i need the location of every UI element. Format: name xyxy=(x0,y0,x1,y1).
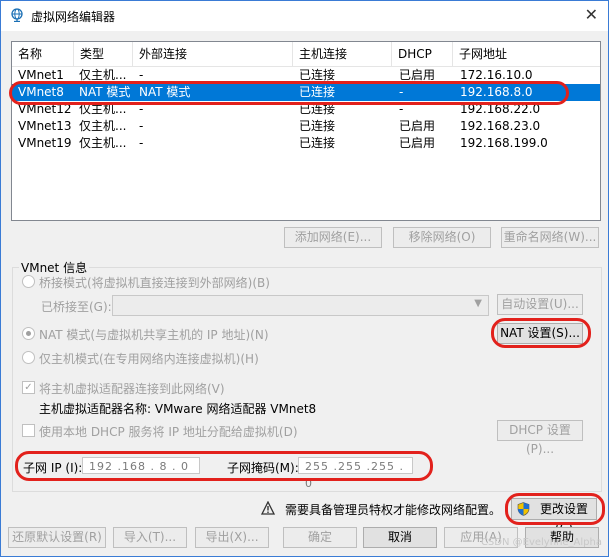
rename-network-button[interactable]: 重命名网络(W)... xyxy=(501,227,599,248)
cell-dhcp: - xyxy=(399,102,404,116)
cell-host: 已连接 xyxy=(299,119,336,133)
uac-shield-icon xyxy=(517,502,530,516)
bridge-mode-radio[interactable] xyxy=(22,275,35,288)
table-row[interactable]: VMnet12 仅主机... - 已连接 -192.168.22.0 xyxy=(12,101,600,118)
cell-type: 仅主机... xyxy=(79,119,127,133)
subnet-ip-input[interactable]: 192 .168 . 8 . 0 xyxy=(82,457,200,474)
import-button[interactable]: 导入(T)... xyxy=(113,527,187,548)
dhcp-settings-button[interactable]: DHCP 设置(P)... xyxy=(497,420,583,456)
cell-name: VMnet1 xyxy=(18,68,64,82)
chevron-down-icon: ▼ xyxy=(474,298,482,309)
cell-subnet: 192.168.199.0 xyxy=(460,136,548,150)
table-row[interactable]: VMnet8 NAT 模式 NAT 模式 已连接 - 192.168.8.0 xyxy=(12,84,600,101)
remove-network-button[interactable]: 移除网络(O) xyxy=(393,227,491,248)
change-settings-button[interactable]: 更改设置(C) xyxy=(511,498,597,535)
table-row[interactable]: VMnet13 仅主机... - 已连接 已启用 192.168.23.0 xyxy=(12,118,600,135)
export-button[interactable]: 导出(X)... xyxy=(195,527,269,548)
virtual-network-editor-window: 虚拟网络编辑器 ✕ 名称 类型 外部连接 主机连接 DHCP 子网地址 VMne… xyxy=(0,0,609,557)
cell-dhcp: 已启用 xyxy=(399,136,436,150)
cell-external: - xyxy=(139,102,144,116)
network-list[interactable]: 名称 类型 外部连接 主机连接 DHCP 子网地址 VMnet1 仅主机... - 已… xyxy=(11,41,601,221)
cell-host: 已连接 xyxy=(299,85,336,99)
ok-button[interactable]: 确定 xyxy=(283,527,357,548)
column-header-type[interactable]: 类型 xyxy=(74,42,133,66)
cell-host: 已连接 xyxy=(299,136,336,150)
table-row[interactable]: VMnet19 仅主机... - 已连接 已启用 192.168.199.0 xyxy=(12,135,600,152)
connect-adapter-label: 将主机虚拟适配器连接到此网络(V) xyxy=(39,382,225,396)
column-header-external[interactable]: 外部连接 xyxy=(133,42,293,66)
cell-name: VMnet13 xyxy=(18,119,72,133)
restore-defaults-button[interactable]: 还原默认设置(R) xyxy=(8,527,106,548)
network-list-header: 名称 类型 外部连接 主机连接 DHCP 子网地址 xyxy=(12,42,600,67)
cell-subnet: 192.168.8.0 xyxy=(460,85,533,99)
cell-external: - xyxy=(139,136,144,150)
cell-host: 已连接 xyxy=(299,102,336,116)
adapter-name-label: 主机虚拟适配器名称: VMware 网络适配器 VMnet8 xyxy=(39,402,317,416)
cell-dhcp: 已启用 xyxy=(399,68,436,82)
window-title: 虚拟网络编辑器 xyxy=(31,10,116,24)
table-row[interactable]: VMnet1 仅主机... - 已连接 已启用 172.16.10.0 xyxy=(12,67,600,84)
host-only-label: 仅主机模式(在专用网络内连接虚拟机)(H) xyxy=(39,352,259,366)
watermark: CSDN @Evelynne_Alpha xyxy=(480,537,602,548)
column-header-name[interactable]: 名称 xyxy=(12,42,74,66)
cell-subnet: 172.16.10.0 xyxy=(460,68,533,82)
bridge-mode-label: 桥接模式(将虚拟机直接连接到外部网络)(B) xyxy=(39,276,270,290)
nat-mode-label: NAT 模式(与虚拟机共享主机的 IP 地址)(N) xyxy=(39,328,269,342)
cell-type: 仅主机... xyxy=(79,102,127,116)
host-only-radio[interactable] xyxy=(22,351,35,364)
nat-settings-button[interactable]: NAT 设置(S)... xyxy=(497,323,583,344)
auto-settings-button[interactable]: 自动设置(U)... xyxy=(497,294,583,315)
bridged-to-label: 已桥接至(G): xyxy=(41,300,112,314)
cell-external: NAT 模式 xyxy=(139,85,191,99)
warning-icon xyxy=(261,501,275,515)
cell-host: 已连接 xyxy=(299,68,336,82)
cell-name: VMnet19 xyxy=(18,136,72,150)
cell-dhcp: - xyxy=(399,85,404,99)
cell-dhcp: 已启用 xyxy=(399,119,436,133)
nat-mode-radio[interactable] xyxy=(22,327,35,340)
cancel-button[interactable]: 取消 xyxy=(363,527,437,548)
subnet-mask-label: 子网掩码(M): xyxy=(227,461,299,475)
title-bar: 虚拟网络编辑器 ✕ xyxy=(1,1,608,31)
cell-external: - xyxy=(139,68,144,82)
cell-type: NAT 模式 xyxy=(79,85,131,99)
add-network-button[interactable]: 添加网络(E)... xyxy=(284,227,382,248)
cell-subnet: 192.168.22.0 xyxy=(460,102,541,116)
column-header-dhcp[interactable]: DHCP xyxy=(392,42,453,66)
bridged-to-select[interactable]: ▼ xyxy=(112,295,489,316)
subnet-mask-input[interactable]: 255 .255 .255 . 0 xyxy=(298,457,413,490)
cell-type: 仅主机... xyxy=(79,136,127,150)
connect-adapter-checkbox[interactable]: ✓ xyxy=(22,381,35,394)
cell-name: VMnet12 xyxy=(18,102,72,116)
subnet-ip-label: 子网 IP (I): xyxy=(23,461,83,475)
use-dhcp-checkbox[interactable] xyxy=(22,424,35,437)
use-dhcp-label: 使用本地 DHCP 服务将 IP 地址分配给虚拟机(D) xyxy=(39,425,298,439)
globe-icon xyxy=(11,8,23,22)
cell-subnet: 192.168.23.0 xyxy=(460,119,541,133)
cell-type: 仅主机... xyxy=(79,68,127,82)
close-icon[interactable]: ✕ xyxy=(585,5,598,24)
cell-external: - xyxy=(139,119,144,133)
cell-name: VMnet8 xyxy=(18,85,64,99)
column-header-host[interactable]: 主机连接 xyxy=(293,42,392,66)
admin-notice: 需要具备管理员特权才能修改网络配置。 xyxy=(285,503,502,517)
column-header-subnet[interactable]: 子网地址 xyxy=(453,42,600,66)
